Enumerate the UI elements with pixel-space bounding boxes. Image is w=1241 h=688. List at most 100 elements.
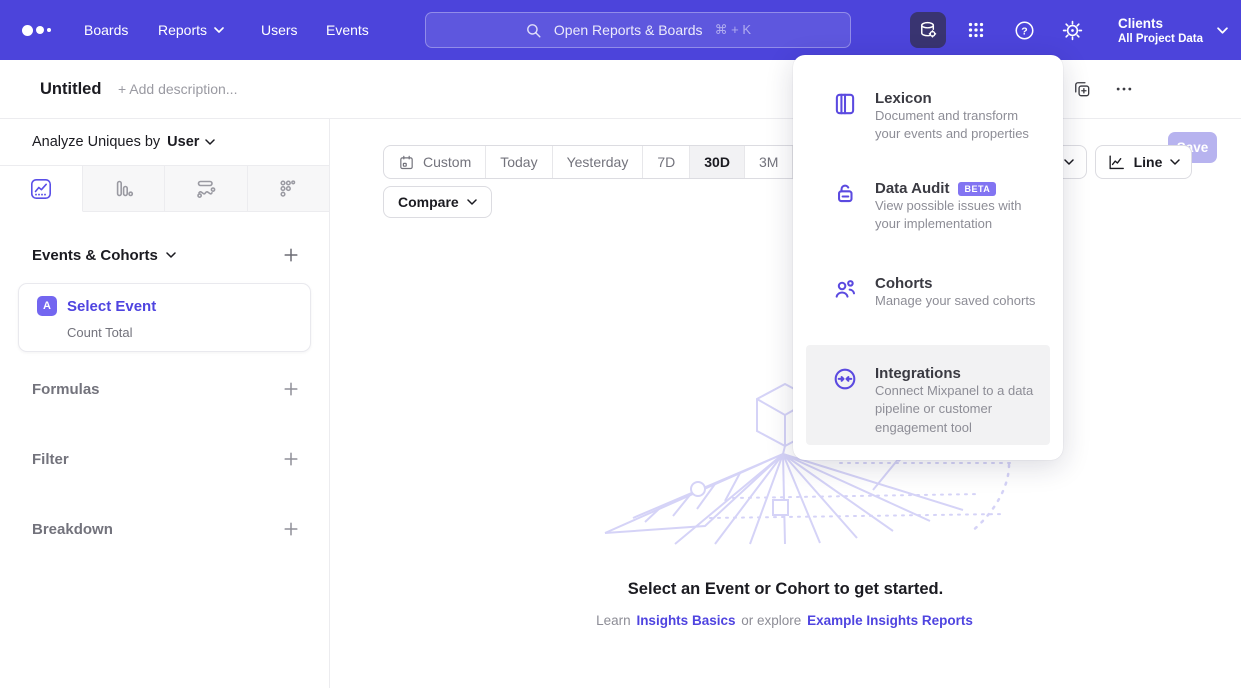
add-filter-button[interactable] xyxy=(281,449,301,469)
analyze-label: Analyze Uniques by xyxy=(32,134,160,150)
chevron-down-icon xyxy=(166,252,176,258)
menu-item-lexicon[interactable]: Lexicon Document and transform your even… xyxy=(806,70,1050,158)
events-cohorts-dropdown[interactable]: Events & Cohorts xyxy=(32,247,176,264)
help-icon: ? xyxy=(1013,19,1036,42)
duplicate-button[interactable] xyxy=(1072,60,1092,118)
range-30d[interactable]: 30D xyxy=(690,146,745,178)
search-icon xyxy=(525,22,542,39)
metrics-tab-icon xyxy=(276,177,300,201)
top-navbar: Boards Reports Users Events Open Reports… xyxy=(0,0,1241,60)
tab-flows[interactable] xyxy=(165,166,248,211)
add-event-button[interactable] xyxy=(281,245,301,265)
range-3m[interactable]: 3M xyxy=(745,146,793,178)
menu-item-data-audit[interactable]: Data Audit BETA View possible issues wit… xyxy=(806,160,1050,252)
data-audit-icon xyxy=(832,180,858,252)
help-button[interactable]: ? xyxy=(1006,12,1042,48)
date-range-control: Custom Today Yesterday 7D 30D 3M 6M xyxy=(383,145,842,179)
line-chart-icon xyxy=(1107,153,1126,172)
cohorts-desc: Manage your saved cohorts xyxy=(875,293,1035,308)
or-explore-text: or explore xyxy=(741,613,801,628)
plus-icon xyxy=(283,247,299,263)
mixpanel-logo[interactable] xyxy=(22,0,51,60)
ellipsis-icon xyxy=(1114,79,1134,99)
nav-users[interactable]: Users xyxy=(261,0,298,60)
breakdown-label: Breakdown xyxy=(32,521,113,538)
menu-item-integrations[interactable]: Integrations Connect Mixpanel to a data … xyxy=(806,345,1050,445)
chart-type-dropdown[interactable]: Line xyxy=(1095,145,1192,179)
search-input[interactable]: Open Reports & Boards ⌘ + K xyxy=(425,12,851,48)
chevron-down-icon xyxy=(214,27,224,33)
gear-icon xyxy=(1061,19,1084,42)
nav-reports-label: Reports xyxy=(158,22,207,38)
line-chart-tab-icon xyxy=(29,177,53,201)
chevron-down-icon xyxy=(205,139,215,145)
data-audit-desc: View possible issues with your implement… xyxy=(875,198,1021,231)
data-audit-title: Data Audit xyxy=(875,180,949,197)
filter-label: Filter xyxy=(32,451,69,468)
tab-insights-line[interactable] xyxy=(0,166,83,212)
analyze-value: User xyxy=(167,134,199,150)
range-custom[interactable]: Custom xyxy=(384,146,486,178)
range-today-label: Today xyxy=(500,154,537,170)
search-placeholder: Open Reports & Boards xyxy=(554,22,703,38)
compare-label: Compare xyxy=(398,194,459,210)
select-event-label: Select Event xyxy=(67,298,156,315)
chevron-down-icon xyxy=(1170,159,1180,165)
plus-icon xyxy=(283,451,299,467)
nav-boards[interactable]: Boards xyxy=(84,0,128,60)
count-total-label[interactable]: Count Total xyxy=(67,325,133,340)
add-description-field[interactable]: + Add description... xyxy=(118,60,237,118)
analyze-by-dropdown[interactable]: User xyxy=(167,134,215,150)
insights-basics-link[interactable]: Insights Basics xyxy=(636,613,735,628)
clients-label: Clients xyxy=(1118,16,1203,31)
range-7d[interactable]: 7D xyxy=(643,146,690,178)
filter-section: Filter xyxy=(0,445,329,473)
example-insights-reports-link[interactable]: Example Insights Reports xyxy=(807,613,973,628)
project-selector[interactable]: Clients All Project Data xyxy=(1118,0,1228,60)
database-gear-icon xyxy=(917,19,939,41)
apps-grid-icon xyxy=(965,19,987,41)
compare-dropdown[interactable]: Compare xyxy=(383,186,492,218)
integrations-title: Integrations xyxy=(875,365,961,382)
select-event-card[interactable]: A Select Event Count Total xyxy=(18,283,311,352)
formulas-label: Formulas xyxy=(32,381,100,398)
add-formula-button[interactable] xyxy=(281,379,301,399)
nav-events[interactable]: Events xyxy=(326,0,369,60)
range-today[interactable]: Today xyxy=(486,146,552,178)
lexicon-icon xyxy=(832,90,858,158)
query-sidebar: Analyze Uniques by User xyxy=(0,119,330,688)
empty-state-title: Select an Event or Cohort to get started… xyxy=(330,580,1241,599)
lexicon-title: Lexicon xyxy=(875,90,932,107)
chart-type-tabs xyxy=(0,166,329,212)
events-cohorts-label: Events & Cohorts xyxy=(32,247,158,264)
range-30d-label: 30D xyxy=(704,154,730,170)
integrations-icon xyxy=(832,365,858,445)
chart-type-label: Line xyxy=(1134,154,1163,170)
tab-metrics[interactable] xyxy=(248,166,330,211)
settings-button[interactable] xyxy=(1054,12,1090,48)
tab-bar-chart[interactable] xyxy=(83,166,166,211)
report-title[interactable]: Untitled xyxy=(40,60,101,118)
menu-item-cohorts[interactable]: Cohorts Manage your saved cohorts xyxy=(806,255,1050,327)
chevron-down-icon xyxy=(1064,159,1074,165)
range-yesterday[interactable]: Yesterday xyxy=(553,146,644,178)
cohorts-icon xyxy=(832,275,858,327)
plus-icon xyxy=(283,381,299,397)
beta-badge: BETA xyxy=(958,182,996,196)
mixpanel-insights-app: Boards Reports Users Events Open Reports… xyxy=(0,0,1241,688)
range-3m-label: 3M xyxy=(759,154,778,170)
flows-tab-icon xyxy=(194,177,218,201)
nav-boards-label: Boards xyxy=(84,22,128,38)
range-custom-label: Custom xyxy=(423,154,471,170)
data-management-button[interactable] xyxy=(910,12,946,48)
add-breakdown-button[interactable] xyxy=(281,519,301,539)
nav-reports[interactable]: Reports xyxy=(158,0,224,60)
cohorts-title: Cohorts xyxy=(875,275,933,292)
range-7d-label: 7D xyxy=(657,154,675,170)
more-options-button[interactable] xyxy=(1114,60,1134,118)
learn-prefix: Learn xyxy=(596,613,631,628)
empty-state-subtitle: Learn Insights Basics or explore Example… xyxy=(330,613,1241,628)
apps-grid-button[interactable] xyxy=(958,12,994,48)
event-series-badge: A xyxy=(37,296,57,316)
lexicon-desc: Document and transform your events and p… xyxy=(875,108,1029,141)
